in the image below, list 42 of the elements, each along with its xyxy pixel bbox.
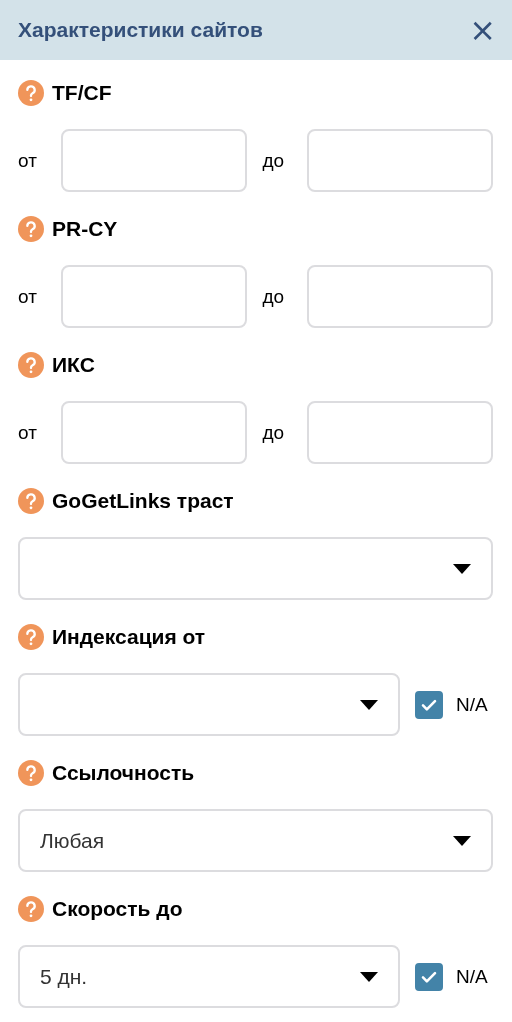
to-label: до	[262, 421, 286, 444]
from-label: от	[18, 285, 38, 308]
help-icon[interactable]	[18, 624, 44, 650]
checkbox[interactable]	[415, 690, 443, 719]
dropdown[interactable]	[18, 537, 493, 600]
dropdown-value: Любая	[40, 828, 105, 853]
caret-icon	[453, 563, 471, 574]
help-icon[interactable]	[18, 352, 44, 378]
help-icon[interactable]	[18, 488, 44, 514]
from-label: от	[18, 421, 38, 444]
filter-label: PR-CY	[52, 217, 118, 241]
caret-icon	[360, 699, 378, 710]
panel-title: Характеристики сайтов	[18, 18, 263, 42]
input-field[interactable]	[307, 401, 493, 464]
caret-icon	[360, 971, 378, 982]
to-label: до	[262, 149, 286, 172]
dropdown-value: 5 дн.	[40, 964, 88, 989]
filter-label: Индексация от	[52, 625, 206, 649]
checkbox[interactable]	[415, 962, 443, 991]
checkbox-label: N/A	[456, 693, 489, 716]
dropdown[interactable]: 5 дн.	[18, 945, 400, 1008]
filter-label: Скорость до	[52, 897, 183, 921]
filter-label: Ссылочность	[52, 761, 195, 785]
help-icon[interactable]	[18, 216, 44, 242]
filter-label: GoGetLinks траст	[52, 489, 234, 513]
to-label: до	[262, 285, 286, 308]
filter-label: ИКС	[52, 353, 95, 377]
help-icon[interactable]	[18, 760, 44, 786]
checkbox-label: N/A	[456, 965, 489, 988]
help-icon[interactable]	[18, 80, 44, 106]
help-icon[interactable]	[18, 896, 44, 922]
input-field[interactable]	[60, 129, 247, 192]
dropdown[interactable]: Любая	[18, 809, 493, 872]
input-field[interactable]	[60, 265, 247, 328]
filter-label: TF/CF	[52, 81, 112, 105]
close-button[interactable]: ×	[467, 14, 498, 46]
input-field[interactable]	[60, 401, 247, 464]
caret-icon	[453, 835, 471, 846]
input-field[interactable]	[307, 129, 493, 192]
from-label: от	[18, 149, 38, 172]
input-field[interactable]	[307, 265, 493, 328]
dropdown[interactable]	[18, 673, 400, 736]
